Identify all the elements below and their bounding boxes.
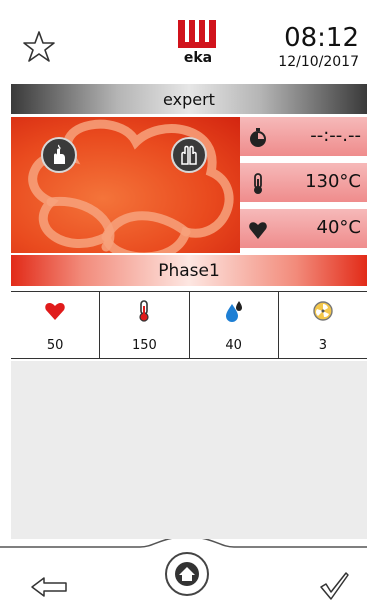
fan-icon: [313, 301, 333, 321]
mode-bar[interactable]: expert: [11, 84, 367, 114]
phase-list-area: [11, 361, 367, 539]
wash-hands-icon: [181, 145, 197, 165]
home-button[interactable]: [165, 552, 209, 596]
phase-cell-core-temp[interactable]: 50: [11, 292, 101, 358]
thermometer-icon: [254, 173, 262, 194]
timer-row[interactable]: --:--.--: [240, 117, 367, 159]
manual-mode-button[interactable]: [41, 137, 77, 173]
core-temp-value: 40°C: [316, 217, 361, 238]
clean-mode-button[interactable]: [171, 137, 207, 173]
chamber-temp-value: 130°C: [305, 171, 361, 192]
confirm-check-icon[interactable]: [318, 570, 350, 602]
program-panel[interactable]: [11, 117, 240, 253]
phase-cell-fan[interactable]: 3: [279, 292, 367, 358]
chamber-temp-row[interactable]: 130°C: [240, 163, 367, 205]
clock-time: 08:12: [284, 23, 359, 53]
heart-icon: [45, 303, 65, 320]
phase-fan-value: 3: [318, 338, 328, 353]
home-icon: [175, 562, 199, 586]
phase-bar[interactable]: Phase1: [11, 255, 367, 286]
cloud-illustration-icon: [28, 119, 234, 253]
heart-icon: [249, 222, 267, 239]
timer-value: --:--.--: [310, 125, 361, 146]
phase-cell-humidity[interactable]: 40: [190, 292, 279, 358]
mode-label: expert: [163, 89, 215, 109]
brand-name: eka: [183, 50, 213, 66]
left-edge: [0, 80, 11, 540]
phase-humidity-value: 40: [225, 338, 242, 353]
phase-label: Phase1: [158, 260, 220, 281]
clock-date: 12/10/2017: [278, 54, 359, 70]
timer-icon: [250, 128, 266, 147]
favorite-star-icon[interactable]: [22, 30, 56, 64]
phase-temperature-value: 150: [131, 338, 157, 353]
phase-core-temp-value: 50: [46, 338, 64, 353]
hand-icon: [54, 144, 65, 164]
phase-cell-temperature[interactable]: 150: [100, 292, 190, 358]
humidity-drop-icon: [225, 301, 242, 322]
back-arrow-icon[interactable]: [30, 575, 70, 599]
thermometer-icon: [139, 300, 149, 322]
phase-parameters: 50 150 40 3: [11, 291, 367, 359]
core-temp-row[interactable]: 40°C: [240, 209, 367, 251]
